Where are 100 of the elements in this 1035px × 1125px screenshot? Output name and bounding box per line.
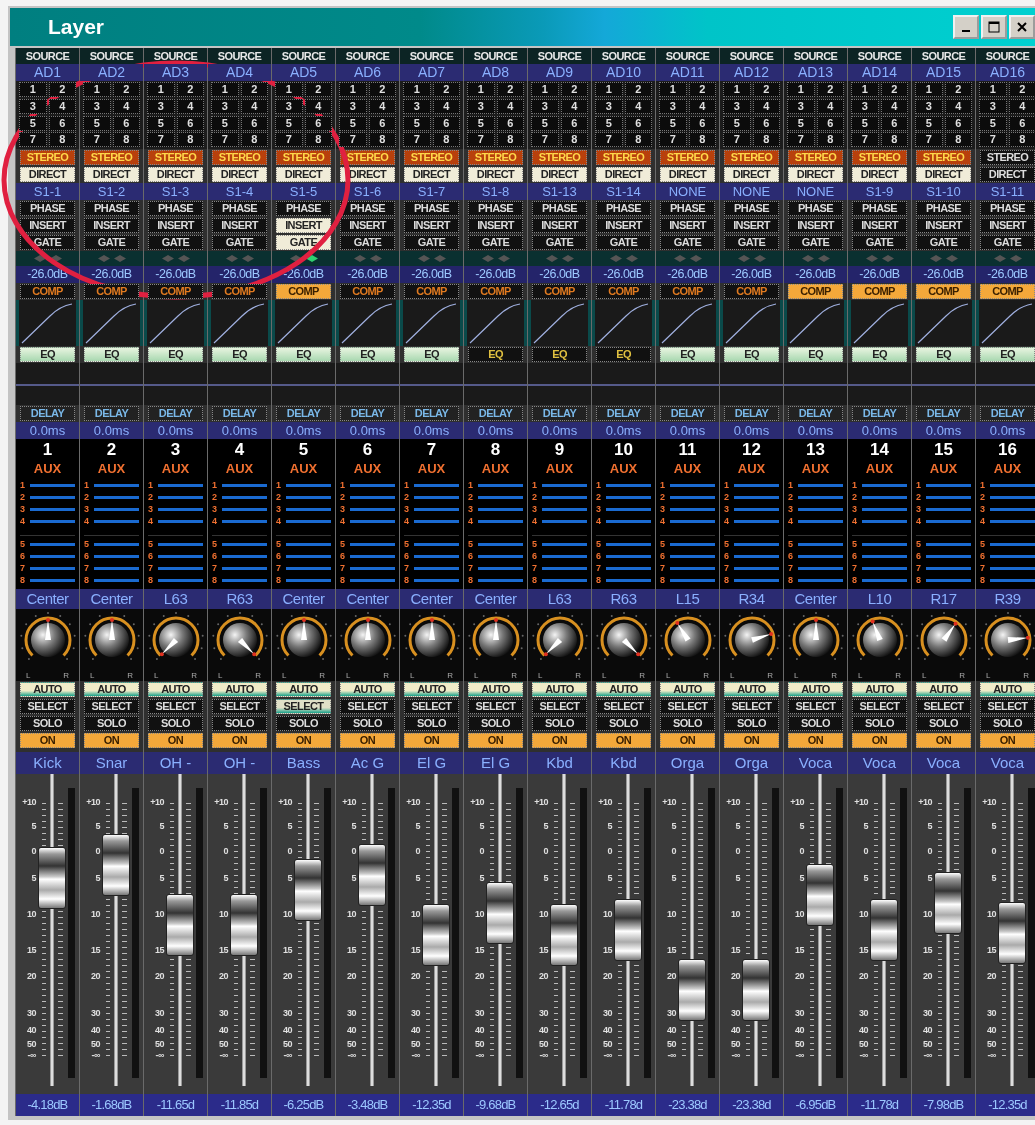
fader-thumb[interactable] [294,859,322,921]
bus-assign-button[interactable]: 2 [688,82,716,97]
source-name[interactable]: AD2 [80,64,143,81]
fader-thumb[interactable] [870,899,898,961]
phase-button[interactable]: PHASE [980,201,1035,216]
patch-label[interactable]: S1-3 [144,183,207,200]
auto-button[interactable]: AUTO [84,682,139,697]
stereo-button[interactable]: STEREO [788,150,843,165]
solo-button[interactable]: SOLO [340,716,395,731]
auto-button[interactable]: AUTO [20,682,75,697]
channel-name[interactable]: OH - [208,752,271,774]
on-button[interactable]: ON [532,733,587,748]
bus-assign-button[interactable]: 1 [787,82,815,97]
delay-button[interactable]: DELAY [148,406,203,421]
bus-assign-button[interactable]: 2 [304,82,332,97]
aux-send-bar[interactable] [606,542,651,546]
bus-assign-button[interactable]: 1 [531,82,559,97]
auto-button[interactable]: AUTO [788,682,843,697]
bus-assign-button[interactable]: 4 [176,98,204,114]
comp-button[interactable]: COMP [980,284,1035,299]
bus-assign-button[interactable]: 3 [851,98,879,114]
knob-pointer[interactable] [621,637,640,657]
aux-send-bar[interactable] [414,554,459,558]
source-name[interactable]: AD16 [976,64,1035,81]
bus-assign-button[interactable]: 2 [240,82,268,97]
bus-assign-button[interactable]: 5 [531,115,559,131]
aux-send-bar[interactable] [350,566,395,570]
aux-send-bar[interactable] [542,519,587,523]
bus-assign-button[interactable]: 5 [915,115,943,131]
fader-thumb[interactable] [230,894,258,956]
gate-button[interactable]: GATE [980,235,1035,250]
bus-assign-button[interactable]: 6 [176,115,204,131]
aux-send-bar[interactable] [670,495,715,499]
select-button[interactable]: SELECT [596,699,651,714]
aux-send-bar[interactable] [734,519,779,523]
bus-assign-button[interactable]: 5 [19,115,47,131]
aux-send-bar[interactable] [414,483,459,487]
bus-assign-button[interactable]: 3 [531,98,559,114]
insert-button[interactable]: INSERT [212,218,267,233]
aux-send-bar[interactable] [670,519,715,523]
aux-send-bar[interactable] [158,495,203,499]
insert-button[interactable]: INSERT [84,218,139,233]
aux-send-bar[interactable] [798,554,843,558]
eq-button[interactable]: EQ [212,347,267,362]
aux-send-bar[interactable] [286,507,331,511]
bus-assign-button[interactable]: 2 [496,82,524,97]
bus-assign-button[interactable]: 8 [688,132,716,148]
direct-button[interactable]: DIRECT [852,167,907,182]
insert-button[interactable]: INSERT [724,218,779,233]
comp-button[interactable]: COMP [212,284,267,299]
bus-assign-button[interactable]: 6 [1008,115,1035,131]
aux-send-bar[interactable] [286,495,331,499]
bus-assign-button[interactable]: 5 [275,115,303,131]
eq-button[interactable]: EQ [596,347,651,362]
gate-button[interactable]: GATE [660,235,715,250]
on-button[interactable]: ON [84,733,139,748]
bus-assign-button[interactable]: 7 [595,132,623,148]
auto-button[interactable]: AUTO [916,682,971,697]
bus-assign-button[interactable]: 4 [624,98,652,114]
bus-assign-button[interactable]: 8 [1008,132,1035,148]
channel-name[interactable]: Voca [784,752,847,774]
bus-assign-button[interactable]: 2 [112,82,140,97]
direct-button[interactable]: DIRECT [212,167,267,182]
aux-send-bar[interactable] [286,566,331,570]
patch-label[interactable]: S1-1 [16,183,79,200]
aux-send-bar[interactable] [478,495,523,499]
aux-send-bar[interactable] [670,483,715,487]
bus-assign-button[interactable]: 4 [944,98,972,114]
stereo-button[interactable]: STEREO [468,150,523,165]
select-button[interactable]: SELECT [20,699,75,714]
delay-button[interactable]: DELAY [980,406,1035,421]
knob-pointer[interactable] [44,618,51,640]
eq-button[interactable]: EQ [916,347,971,362]
comp-button[interactable]: COMP [660,284,715,299]
gate-button[interactable]: GATE [596,235,651,250]
source-name[interactable]: AD13 [784,64,847,81]
delay-button[interactable]: DELAY [788,406,843,421]
bus-assign-button[interactable]: 5 [787,115,815,131]
comp-button[interactable]: COMP [596,284,651,299]
delay-button[interactable]: DELAY [20,406,75,421]
aux-send-bar[interactable] [734,554,779,558]
phase-button[interactable]: PHASE [724,201,779,216]
select-button[interactable]: SELECT [532,699,587,714]
bus-assign-button[interactable]: 1 [467,82,495,97]
select-button[interactable]: SELECT [788,699,843,714]
direct-button[interactable]: DIRECT [84,167,139,182]
on-button[interactable]: ON [596,733,651,748]
channel-name[interactable]: OH - [144,752,207,774]
aux-send-bar[interactable] [606,519,651,523]
aux-send-bar[interactable] [222,507,267,511]
aux-send-bar[interactable] [542,554,587,558]
on-button[interactable]: ON [724,733,779,748]
solo-button[interactable]: SOLO [596,716,651,731]
aux-send-bar[interactable] [734,542,779,546]
on-button[interactable]: ON [148,733,203,748]
on-button[interactable]: ON [404,733,459,748]
channel-name[interactable]: Kick [16,752,79,774]
bus-assign-button[interactable]: 3 [595,98,623,114]
aux-send-bar[interactable] [798,519,843,523]
delay-button[interactable]: DELAY [340,406,395,421]
